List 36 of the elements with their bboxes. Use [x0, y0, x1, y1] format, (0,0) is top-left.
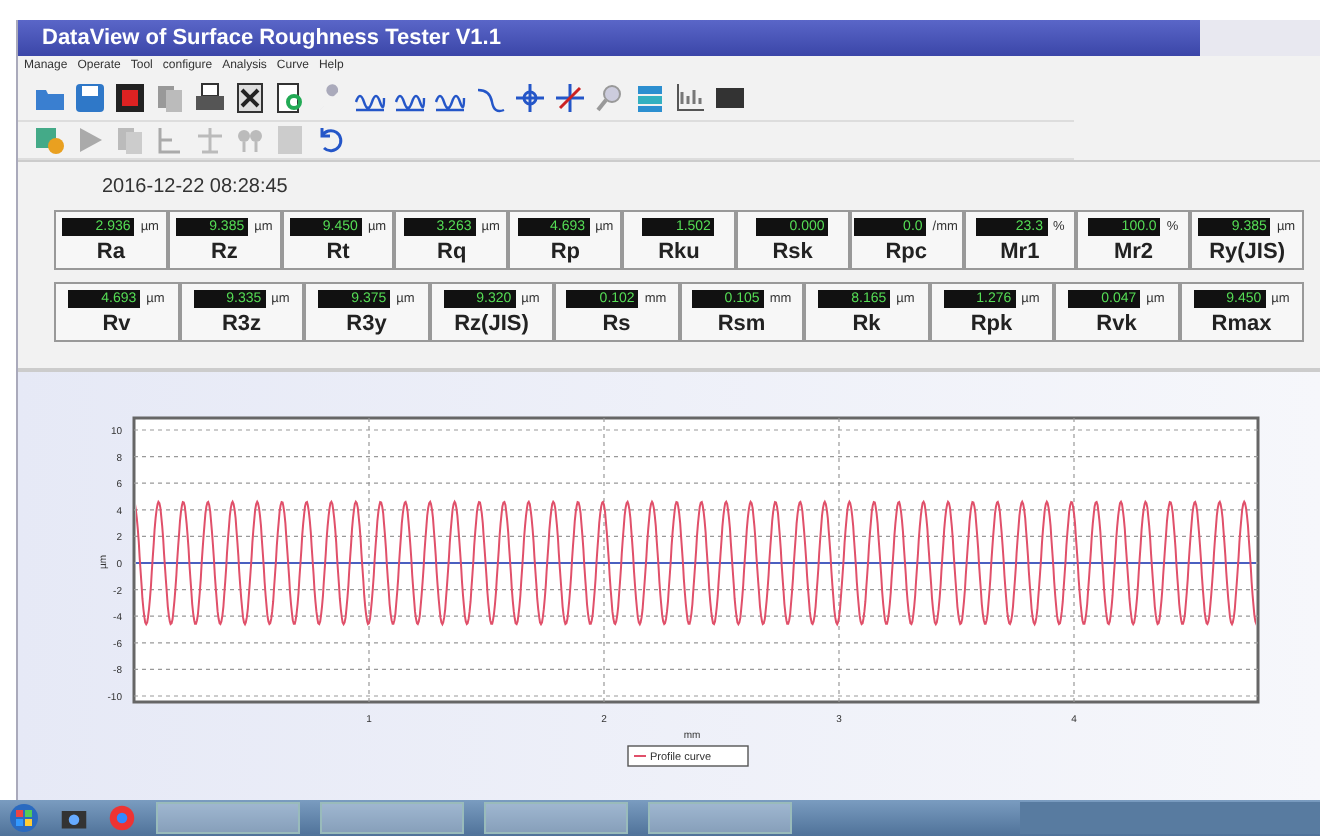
parameter-label: Rmax [1211, 312, 1272, 336]
parameter-label: Rv [102, 312, 131, 336]
parameter-label: Mr1 [1000, 240, 1040, 264]
search-icon[interactable] [594, 82, 626, 114]
start-button[interactable] [8, 802, 40, 834]
parameter-label: R3z [221, 312, 262, 336]
preview-icon[interactable] [274, 82, 306, 114]
chart-icon[interactable] [674, 82, 706, 114]
parameter-label: Rp [550, 240, 580, 264]
parameter-label: Rk [852, 312, 881, 336]
parameter-label: Ry(JIS) [1209, 240, 1285, 264]
parameter-label: R3y [346, 312, 387, 336]
parameter-label: Rz(JIS) [454, 312, 529, 336]
parameter-label: Rz [210, 240, 238, 264]
parameter-label: Rpk [970, 312, 1013, 336]
parameter-label: Ra [96, 240, 125, 264]
cross-icon[interactable] [514, 82, 546, 114]
parameter-label: Mr2 [1113, 240, 1153, 264]
parameter-label: Rs [602, 312, 631, 336]
play-icon[interactable] [74, 124, 106, 156]
table-icon[interactable] [154, 124, 186, 156]
parameter-label: Rku [658, 240, 700, 264]
parameter-label: Rvk [1096, 312, 1137, 336]
parameter-label: Rt [326, 240, 350, 264]
window-title: DataView of Surface Roughness Tester V1.1 [40, 26, 503, 50]
parameter-label: Rsk [772, 240, 813, 264]
printer-icon[interactable] [194, 82, 226, 114]
parameter-label: Rpc [885, 240, 927, 264]
monitor-icon[interactable] [714, 82, 746, 114]
parameter-label: Rsm [717, 312, 766, 336]
timestamp: 2016-12-22 08:28:45 [100, 178, 290, 198]
save-icon[interactable] [74, 82, 106, 114]
parameter-label: Rq [437, 240, 467, 264]
cross2-icon[interactable] [554, 82, 586, 114]
sheet-icon[interactable] [234, 82, 266, 114]
layers-icon[interactable] [634, 82, 666, 114]
